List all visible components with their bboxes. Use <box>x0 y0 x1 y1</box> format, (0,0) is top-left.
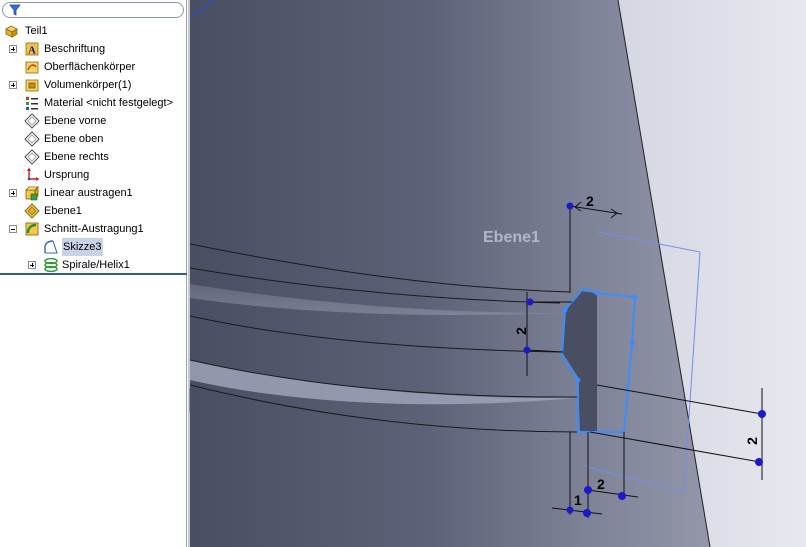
dimension-label-bottom-small[interactable]: 1 <box>574 492 582 508</box>
plane-icon <box>24 113 40 129</box>
tree-item-label: Schnitt-Austragung1 <box>44 223 144 235</box>
dimension-label-left[interactable]: 2 <box>513 327 529 335</box>
surface-bodies-icon <box>25 61 39 74</box>
tree-item-label: Ebene vorne <box>44 115 107 127</box>
tree-item-beschriftung[interactable]: A Beschriftung <box>0 40 186 58</box>
feature-manager-tree: Teil1 A Beschriftung Oberflächenkörper V… <box>0 0 187 547</box>
tree-item-label: Spirale/Helix1 <box>62 259 130 271</box>
tree-item-label: Skizze3 <box>62 238 103 256</box>
tree-item-material[interactable]: Material <nicht festgelegt> <box>0 94 186 112</box>
tree-item-label: Linear austragen1 <box>44 187 133 199</box>
annotation-icon: A <box>25 42 39 57</box>
tree-item-label: Ursprung <box>44 169 90 181</box>
tree-item-oberflaechenkoerper[interactable]: Oberflächenkörper <box>0 58 186 76</box>
plane-label: Ebene1 <box>483 229 540 246</box>
tree-item-skizze3[interactable]: Skizze3 <box>0 238 186 256</box>
tree-item-label: Oberflächenkörper <box>44 61 136 73</box>
tree-item-label: Ebene1 <box>44 205 82 217</box>
dimension-label-top[interactable]: 2 <box>586 193 594 209</box>
sketch-icon <box>44 240 58 254</box>
tree-item-label: Ebene oben <box>44 133 104 145</box>
tree-item-volumenkoerper[interactable]: Volumenkörper(1) <box>0 76 186 94</box>
tree-item-label: Volumenkörper(1) <box>44 79 132 91</box>
tree-item-ebene-oben[interactable]: Ebene oben <box>0 130 186 148</box>
tree-item-ebene1[interactable]: Ebene1 <box>0 202 186 220</box>
plane-icon <box>24 131 40 147</box>
solid-bodies-icon <box>25 79 39 92</box>
plane-icon <box>24 149 40 165</box>
material-icon <box>26 97 38 110</box>
model-view[interactable]: Ebene1 2 2 2 2 1 <box>190 0 806 547</box>
tree-item-spirale-helix1[interactable]: Spirale/Helix1 <box>0 256 186 274</box>
expand-toggle[interactable] <box>9 81 17 89</box>
graphics-viewport[interactable]: Ebene1 2 2 2 2 1 <box>190 0 806 547</box>
filter-icon[interactable] <box>9 4 21 16</box>
tree-root[interactable]: Teil1 <box>4 22 184 40</box>
origin-icon <box>27 167 40 181</box>
dimension-label-right[interactable]: 2 <box>744 437 760 445</box>
expand-toggle[interactable] <box>9 189 17 197</box>
expand-toggle[interactable] <box>9 45 17 53</box>
swept-cut-icon <box>25 222 39 236</box>
tree-item-ebene-rechts[interactable]: Ebene rechts <box>0 148 186 166</box>
tree-item-label: Material <nicht festgelegt> <box>44 97 174 109</box>
tree-item-schnitt-austragung1[interactable]: Schnitt-Austragung1 <box>0 220 186 238</box>
tree-item-label: Ebene rechts <box>44 151 109 163</box>
tree-filter-input[interactable] <box>2 2 184 18</box>
tree-item-ursprung[interactable]: Ursprung <box>0 166 186 184</box>
collapse-toggle[interactable] <box>9 225 17 233</box>
expand-toggle[interactable] <box>28 261 36 269</box>
extrude-icon <box>25 186 39 201</box>
tree-root-label: Teil1 <box>25 25 48 37</box>
tree-item-linear-austragen1[interactable]: Linear austragen1 <box>0 184 186 202</box>
part-icon <box>5 25 18 38</box>
helix-icon <box>44 257 58 273</box>
dimension-label-bottom[interactable]: 2 <box>597 476 605 492</box>
svg-text:A: A <box>28 45 36 57</box>
tree-item-ebene-vorne[interactable]: Ebene vorne <box>0 112 186 130</box>
rollback-bar[interactable] <box>0 273 187 275</box>
plane-icon <box>24 203 40 219</box>
tree-item-label: Beschriftung <box>44 43 106 55</box>
